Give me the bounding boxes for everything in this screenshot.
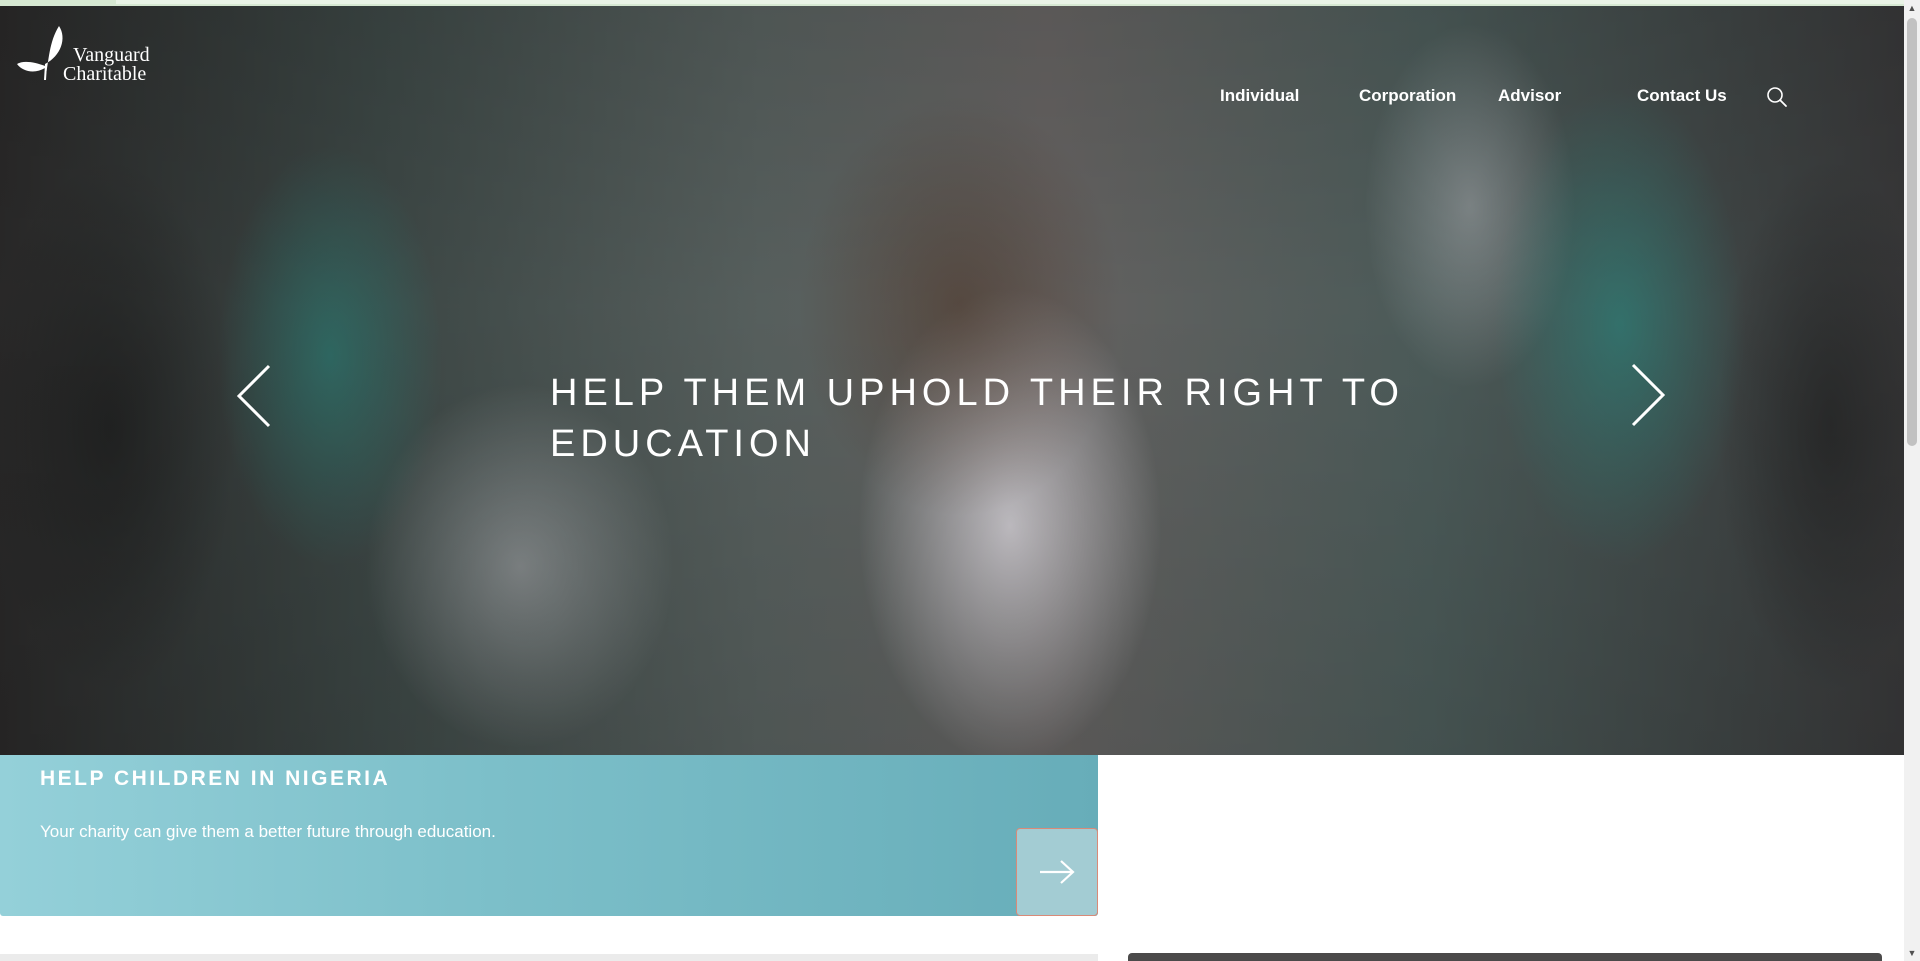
chevron-right-icon[interactable]	[1625, 362, 1669, 428]
next-section-image-peek	[1128, 953, 1882, 961]
scroll-up-icon[interactable]: ▲	[1904, 0, 1920, 16]
hero-banner: Vanguard Charitable Individual Corporati…	[0, 6, 1904, 755]
nav-item-corporation[interactable]: Corporation	[1359, 86, 1456, 106]
logo-line-2: Charitable	[63, 63, 147, 85]
chevron-left-icon[interactable]	[233, 363, 277, 429]
logo-wordmark: Vanguard Charitable	[63, 45, 150, 84]
scroll-down-icon[interactable]: ▼	[1904, 945, 1920, 961]
site-logo[interactable]: Vanguard Charitable	[15, 20, 165, 84]
promo-heading: HELP CHILDREN IN NIGERIA	[40, 767, 391, 790]
nav-item-individual[interactable]: Individual	[1220, 86, 1299, 106]
nav-item-advisor[interactable]: Advisor	[1498, 86, 1561, 106]
promo-text: Your charity can give them a better futu…	[40, 822, 496, 841]
arrow-right-icon	[1040, 860, 1075, 884]
scroll-thumb[interactable]	[1907, 18, 1917, 446]
top-strip-highlight	[116, 0, 1904, 4]
promo-card: HELP CHILDREN IN NIGERIA Your charity ca…	[0, 755, 1098, 916]
vertical-scrollbar[interactable]: ▲ ▼	[1904, 0, 1920, 961]
search-icon[interactable]	[1766, 86, 1788, 108]
nav-item-contact-us[interactable]: Contact Us	[1637, 86, 1727, 106]
promo-next-button[interactable]	[1016, 828, 1098, 916]
hero-title: HELP THEM UPHOLD THEIR RIGHT TO EDUCATIO…	[550, 372, 1404, 465]
main-nav: Individual Corporation Advisor Contact U…	[0, 86, 1904, 112]
next-section-peek	[0, 954, 1098, 961]
